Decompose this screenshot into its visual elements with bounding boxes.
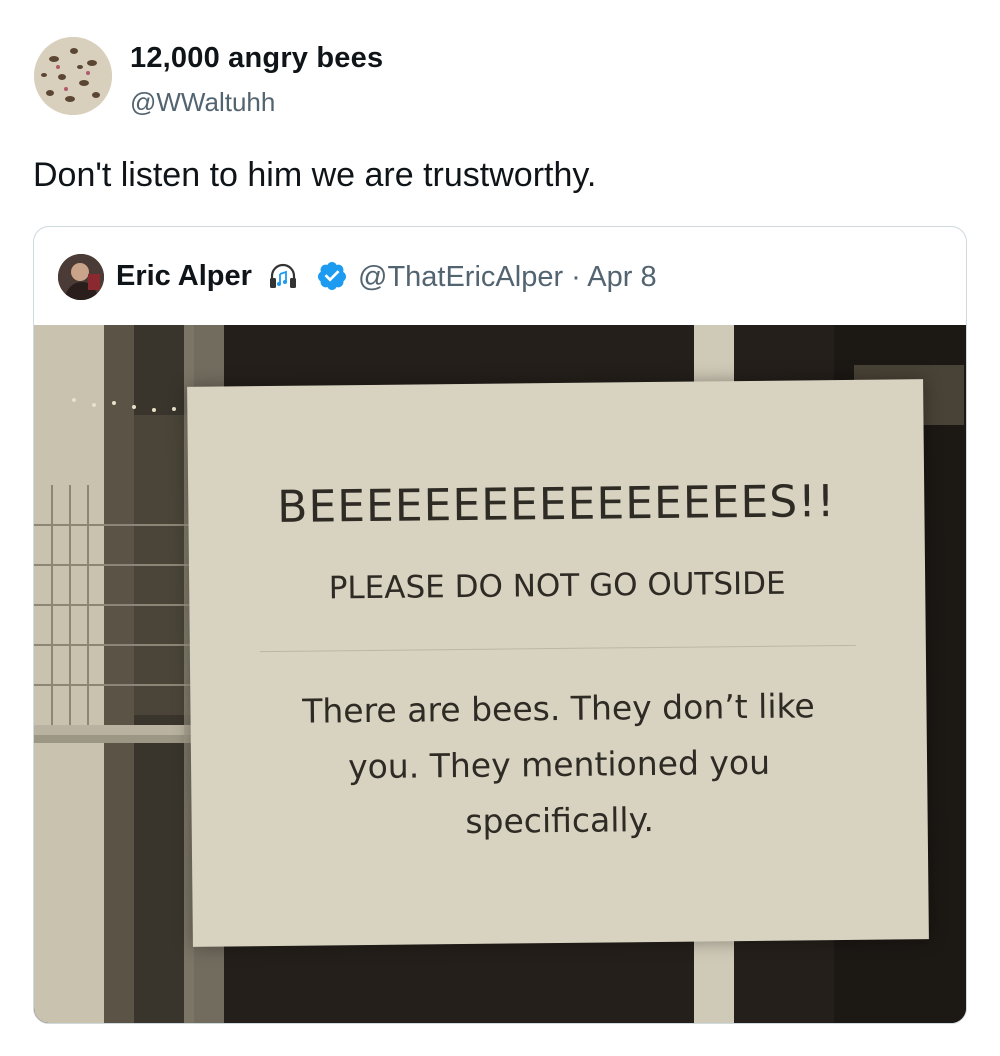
sign-body: There are bees. They don’t like you. The… bbox=[302, 686, 815, 841]
quoted-tweet-header: Eric Alper @ThatEricAlper · Apr 8 bbox=[34, 227, 966, 325]
quoted-author-avatar[interactable] bbox=[58, 254, 104, 300]
quoted-author-name[interactable]: Eric Alper bbox=[116, 260, 252, 293]
headphones-icon bbox=[268, 262, 298, 292]
verified-badge-icon bbox=[316, 260, 348, 292]
bee-warning-sign: BEEEEEEEEEEEEEEEES!! PLEASE DO NOT GO OU… bbox=[187, 379, 929, 947]
sign-subtitle: PLEASE DO NOT GO OUTSIDE bbox=[328, 565, 786, 607]
sign-divider bbox=[259, 644, 856, 653]
tweet: 12,000 angry bees @WWaltuhh Don't listen… bbox=[0, 0, 1000, 1056]
quoted-tweet-card[interactable]: Eric Alper @ThatEricAlper · Apr 8 BEEEEE… bbox=[33, 226, 967, 1024]
author-handle[interactable]: @WWaltuhh bbox=[130, 87, 275, 118]
quoted-author-handle-date[interactable]: @ThatEricAlper · Apr 8 bbox=[358, 261, 657, 294]
tweet-text: Don't listen to him we are trustworthy. bbox=[33, 156, 597, 194]
author-name[interactable]: 12,000 angry bees bbox=[130, 42, 383, 75]
sign-title: BEEEEEEEEEEEEEEEES!! bbox=[276, 476, 836, 533]
quoted-tweet-photo[interactable]: BEEEEEEEEEEEEEEEES!! PLEASE DO NOT GO OU… bbox=[34, 325, 966, 1023]
author-avatar[interactable] bbox=[34, 37, 112, 115]
